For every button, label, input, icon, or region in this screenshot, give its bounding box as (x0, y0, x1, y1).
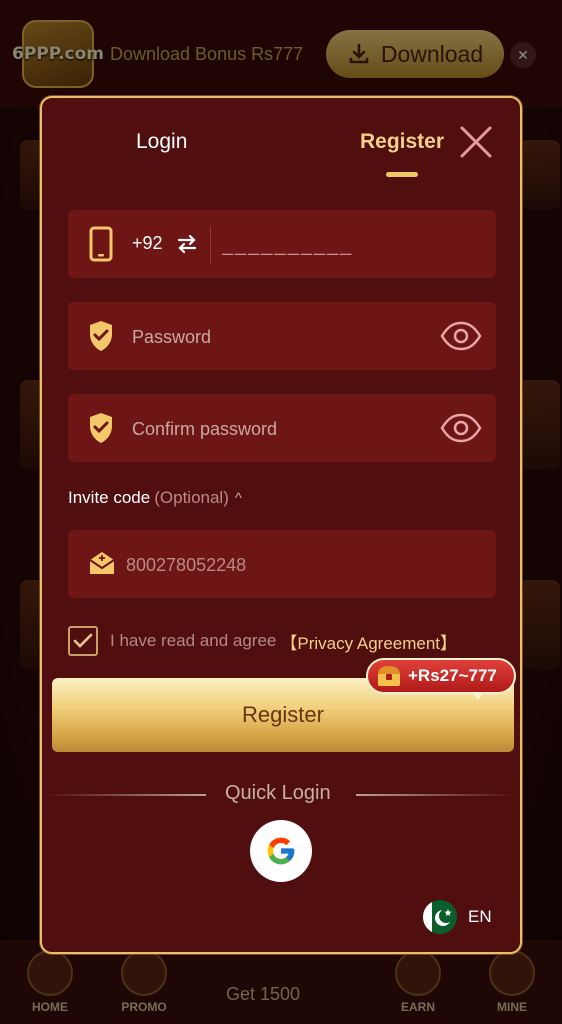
password-input[interactable] (132, 322, 422, 352)
agree-checkbox[interactable] (68, 626, 98, 656)
invite-code-toggle[interactable]: Invite code (Optional) ^ (68, 488, 242, 508)
quick-login-label: Quick Login (225, 782, 331, 804)
google-icon (267, 837, 295, 865)
phone-field: +92 (68, 210, 496, 278)
phone-input[interactable] (222, 230, 472, 260)
invite-code-input[interactable] (126, 550, 456, 580)
language-label: EN (468, 907, 492, 926)
field-divider (210, 226, 211, 264)
active-tab-indicator (386, 172, 418, 177)
confirm-password-field (68, 394, 496, 462)
invite-code-field (68, 530, 496, 598)
language-selector[interactable]: EN (422, 898, 492, 936)
close-icon[interactable] (458, 124, 494, 160)
password-field (68, 302, 496, 370)
country-code[interactable]: +92 (132, 233, 163, 254)
register-modal: Login Register +92 __________ Invite cod… (40, 96, 522, 954)
check-icon (73, 633, 93, 648)
chevron-up-icon: ^ (234, 490, 242, 507)
eye-icon[interactable] (440, 320, 482, 352)
bonus-badge-text: +Rs27~777 (408, 666, 497, 685)
eye-icon[interactable] (440, 412, 482, 444)
agree-text: I have read and agree (110, 631, 277, 650)
google-login-button[interactable] (250, 820, 312, 882)
tab-login[interactable]: Login (136, 130, 187, 154)
phone-icon (88, 226, 114, 262)
confirm-password-input[interactable] (132, 414, 422, 444)
quick-login-divider: Quick Login (42, 782, 520, 808)
divider-line (46, 794, 206, 796)
swap-icon[interactable] (176, 232, 198, 256)
bonus-badge: +Rs27~777 (366, 658, 516, 694)
privacy-agreement-link[interactable]: 【Privacy Agreement】 (280, 629, 457, 654)
agreement-row: I have read and agree 【Privacy Agreement… (68, 626, 457, 656)
invite-optional-label: (Optional) (154, 488, 229, 507)
envelope-icon (88, 548, 116, 578)
tab-register[interactable]: Register (360, 130, 444, 154)
divider-line (356, 794, 516, 796)
shield-icon (88, 318, 114, 354)
shield-icon (88, 410, 114, 446)
pakistan-flag-icon (423, 900, 457, 934)
treasure-chest-icon (378, 666, 400, 686)
invite-code-label: Invite code (68, 488, 151, 507)
